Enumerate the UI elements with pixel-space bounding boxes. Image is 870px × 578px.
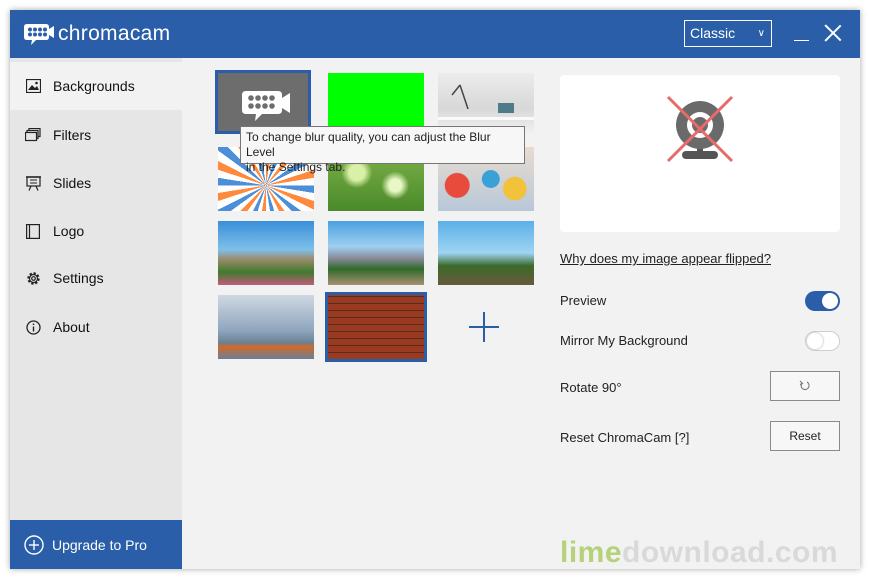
watermark-part-1: lime bbox=[560, 536, 623, 569]
background-thumbnail-ferris-wheel[interactable] bbox=[438, 221, 534, 285]
background-thumbnail-chromacam[interactable] bbox=[215, 70, 311, 134]
rotate-button[interactable] bbox=[770, 371, 840, 401]
tooltip-line-2: in the Settings tab. bbox=[246, 160, 346, 174]
sidebar-item-label: Filters bbox=[53, 127, 92, 143]
plus-icon bbox=[469, 312, 499, 342]
mirror-background-toggle[interactable] bbox=[805, 331, 840, 351]
sidebar-item-settings[interactable]: Settings bbox=[10, 254, 182, 302]
app-name: chromacam bbox=[58, 22, 171, 45]
close-button[interactable] bbox=[824, 24, 842, 42]
background-thumbnail-brick-wall[interactable] bbox=[325, 292, 427, 362]
webcam-disabled-icon bbox=[666, 95, 734, 163]
slides-icon bbox=[25, 175, 41, 191]
background-thumbnail-lounge-room[interactable] bbox=[218, 295, 314, 359]
gear-icon bbox=[25, 270, 41, 286]
blur-tooltip: To change blur quality, you can adjust t… bbox=[240, 126, 525, 174]
logo-icon bbox=[25, 223, 41, 239]
rotate-icon bbox=[799, 380, 810, 390]
title-bar: chromacam Classic ∨ bbox=[10, 10, 860, 58]
reset-label: Reset ChromaCam [?] bbox=[560, 430, 690, 445]
preview-label: Preview bbox=[560, 293, 607, 308]
sidebar: Backgrounds Filters Slides Logo Settings bbox=[10, 58, 182, 569]
camera-preview bbox=[560, 75, 840, 232]
sidebar-item-label: About bbox=[53, 319, 90, 335]
image-icon bbox=[25, 78, 41, 94]
image-flipped-help-link[interactable]: Why does my image appear flipped? bbox=[560, 251, 771, 266]
reset-button[interactable]: Reset bbox=[770, 421, 840, 451]
app-window: chromacam Classic ∨ Backgrounds Filters … bbox=[10, 10, 860, 569]
sidebar-item-slides[interactable]: Slides bbox=[10, 159, 182, 207]
toggle-knob bbox=[822, 293, 838, 309]
watermark: limedownload.com bbox=[560, 536, 838, 570]
sidebar-item-logo[interactable]: Logo bbox=[10, 207, 182, 255]
rotate-label: Rotate 90° bbox=[560, 380, 622, 395]
background-thumbnail-desert-mountains[interactable] bbox=[328, 221, 424, 285]
tooltip-line-1: To change blur quality, you can adjust t… bbox=[246, 130, 491, 159]
plus-circle-icon bbox=[24, 534, 44, 555]
sidebar-item-filters[interactable]: Filters bbox=[10, 111, 182, 159]
sidebar-item-label: Logo bbox=[53, 223, 85, 239]
app-logo: chromacam bbox=[24, 21, 170, 47]
info-icon bbox=[25, 319, 41, 335]
background-thumbnail-palm-road[interactable] bbox=[218, 221, 314, 285]
upgrade-label: Upgrade to Pro bbox=[52, 536, 147, 553]
mirror-background-label: Mirror My Background bbox=[560, 333, 688, 348]
sidebar-item-label: Backgrounds bbox=[53, 78, 135, 94]
add-background-button[interactable] bbox=[458, 308, 510, 346]
chevron-down-icon: ∨ bbox=[757, 28, 765, 39]
upgrade-to-pro-button[interactable]: Upgrade to Pro bbox=[10, 520, 182, 569]
sidebar-item-backgrounds[interactable]: Backgrounds bbox=[10, 62, 182, 110]
toggle-knob bbox=[807, 333, 823, 349]
chromacam-logo-icon bbox=[242, 91, 290, 121]
sidebar-item-label: Settings bbox=[53, 270, 104, 286]
layers-icon bbox=[25, 127, 41, 143]
minimize-button[interactable] bbox=[794, 24, 810, 44]
mode-select[interactable]: Classic ∨ bbox=[684, 20, 772, 47]
mode-select-value: Classic bbox=[690, 25, 736, 41]
preview-toggle[interactable] bbox=[805, 291, 840, 311]
sidebar-item-label: Slides bbox=[53, 175, 92, 191]
chromacam-logo-icon bbox=[24, 24, 54, 45]
sidebar-item-about[interactable]: About bbox=[10, 303, 182, 351]
watermark-part-2: download.com bbox=[622, 536, 839, 569]
